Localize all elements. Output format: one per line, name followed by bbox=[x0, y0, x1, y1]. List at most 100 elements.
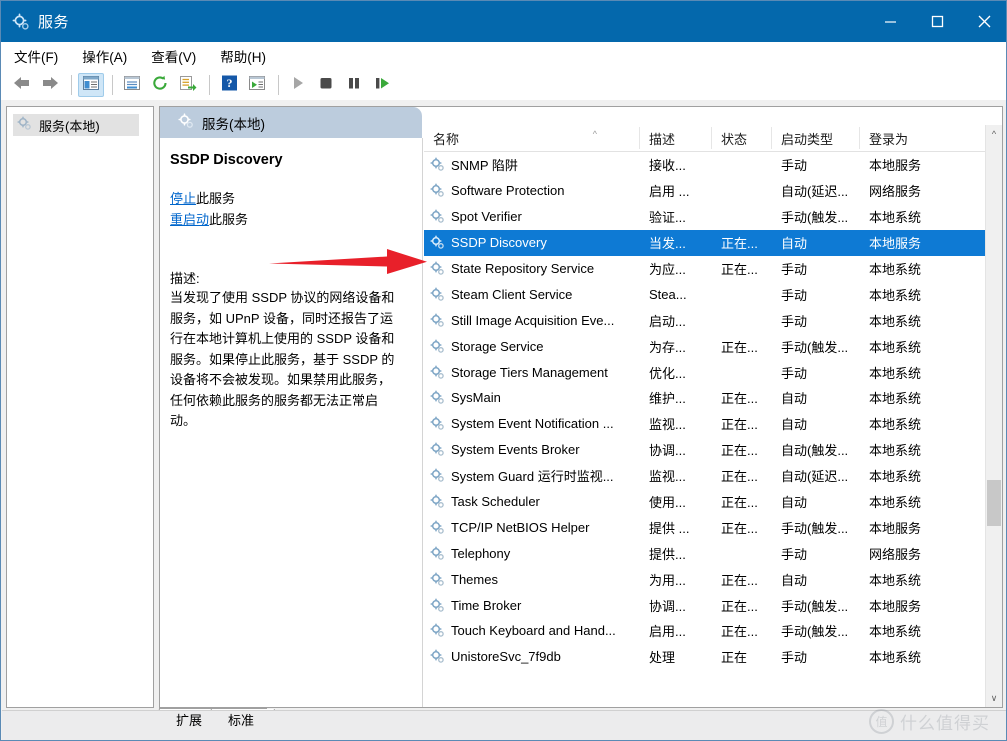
table-row[interactable]: System Events Broker 协调... 正在... 自动(触发... 本地… bbox=[424, 437, 1002, 463]
cell-description: 启用... bbox=[649, 624, 686, 640]
table-row[interactable]: SNMP 陷阱 接收... 手动 本地服务 bbox=[424, 152, 1002, 178]
menu-view[interactable]: 查看(V) bbox=[151, 46, 196, 66]
services-list-rows: SNMP 陷阱 接收... 手动 本地服务 Software Protection 启用 … bbox=[424, 152, 1002, 670]
service-name-label: SNMP 陷阱 bbox=[451, 158, 518, 174]
forward-button[interactable] bbox=[37, 73, 63, 97]
cell-log-on-as: 本地系统 bbox=[869, 443, 922, 459]
table-row[interactable]: TCP/IP NetBIOS Helper 提供 ... 正在... 手动(触发...… bbox=[424, 514, 1002, 540]
service-name-label: Time Broker bbox=[451, 597, 522, 613]
table-row[interactable]: Software Protection 启用 ... 自动(延迟... 网络服务 bbox=[424, 178, 1002, 204]
vertical-scrollbar[interactable]: ^ ∨ bbox=[985, 125, 1002, 707]
table-row[interactable]: UnistoreSvc_7f9db 处理 正在 手动 本地系统 bbox=[424, 644, 1002, 670]
cell-log-on-as: 本地系统 bbox=[869, 572, 922, 588]
cell-log-on-as: 本地服务 bbox=[869, 520, 922, 536]
cell-status: 正在... bbox=[721, 598, 758, 614]
scroll-down-arrow-icon[interactable]: ∨ bbox=[986, 690, 1002, 707]
services-gear-icon bbox=[430, 365, 445, 380]
table-row[interactable]: Time Broker 协调... 正在... 手动(触发... 本地服务 bbox=[424, 592, 1002, 618]
play-icon bbox=[290, 75, 306, 94]
scrollbar-thumb[interactable] bbox=[987, 480, 1001, 526]
table-row[interactable]: Steam Client Service Stea... 手动 本地系统 bbox=[424, 281, 1002, 307]
table-row[interactable]: System Event Notification ... 监视... 正在... 自… bbox=[424, 411, 1002, 437]
table-row[interactable]: Touch Keyboard and Hand... 启用... 正在... 手动(触… bbox=[424, 618, 1002, 644]
table-row[interactable]: Themes 为用... 正在... 自动 本地系统 bbox=[424, 566, 1002, 592]
help-icon: ? bbox=[221, 75, 238, 94]
pause-icon bbox=[346, 75, 362, 94]
show-action-pane-button[interactable] bbox=[244, 73, 270, 97]
cell-startup-type: 手动 bbox=[781, 650, 808, 666]
cell-startup-type: 自动(延迟... bbox=[781, 469, 849, 485]
table-row[interactable]: Task Scheduler 使用... 正在... 自动 本地系统 bbox=[424, 489, 1002, 515]
restart-service-button[interactable] bbox=[369, 73, 395, 97]
help-button[interactable]: ? bbox=[216, 73, 242, 97]
table-row[interactable]: SysMain 维护... 正在... 自动 本地系统 bbox=[424, 385, 1002, 411]
stop-icon bbox=[318, 75, 334, 94]
menu-file[interactable]: 文件(F) bbox=[14, 46, 58, 66]
watermark: 值 什么值得买 bbox=[869, 709, 990, 734]
cell-service-name: Storage Tiers Management bbox=[424, 365, 640, 380]
properties-button[interactable] bbox=[119, 73, 145, 97]
table-row[interactable]: Storage Service 为存... 正在... 手动(触发... 本地系统 bbox=[424, 333, 1002, 359]
service-name-label: Steam Client Service bbox=[451, 286, 573, 302]
maximize-button[interactable] bbox=[914, 1, 961, 42]
back-button[interactable] bbox=[9, 73, 35, 97]
restart-service-link[interactable]: 重启动此服务 bbox=[170, 209, 412, 230]
svg-text:?: ? bbox=[226, 76, 232, 90]
close-button[interactable] bbox=[961, 1, 1006, 42]
scroll-up-arrow-icon[interactable]: ^ bbox=[986, 125, 1002, 142]
cell-log-on-as: 网络服务 bbox=[869, 184, 922, 200]
start-service-button[interactable] bbox=[285, 73, 311, 97]
column-header-name[interactable]: 名称 ^ bbox=[424, 127, 640, 149]
export-list-button[interactable] bbox=[175, 73, 201, 97]
show-hide-console-tree-button[interactable] bbox=[78, 72, 104, 97]
cell-status: 正在 bbox=[721, 650, 748, 666]
table-row[interactable]: Storage Tiers Management 优化... 手动 本地系统 bbox=[424, 359, 1002, 385]
service-name-label: State Repository Service bbox=[451, 261, 595, 276]
services-gear-icon bbox=[430, 339, 445, 354]
stop-service-button[interactable] bbox=[313, 73, 339, 97]
menu-help[interactable]: 帮助(H) bbox=[220, 46, 266, 66]
column-header-startup-type[interactable]: 启动类型 bbox=[772, 127, 860, 149]
cell-service-name: Spot Verifier bbox=[424, 209, 640, 224]
pane-splitter[interactable] bbox=[422, 138, 423, 707]
pause-service-button[interactable] bbox=[341, 73, 367, 97]
stop-service-link[interactable]: 停止此服务 bbox=[170, 188, 412, 209]
cell-service-name: UnistoreSvc_7f9db bbox=[424, 649, 640, 664]
table-row[interactable]: Still Image Acquisition Eve... 启动... 手动 本地系… bbox=[424, 307, 1002, 333]
service-name-label: Storage Service bbox=[451, 338, 544, 354]
refresh-button[interactable] bbox=[147, 73, 173, 97]
cell-status: 正在... bbox=[721, 236, 758, 252]
cell-log-on-as: 本地系统 bbox=[869, 365, 922, 381]
detail-description-label: 描述: bbox=[170, 271, 200, 286]
menu-action[interactable]: 操作(A) bbox=[82, 46, 127, 66]
toolbar-separator bbox=[278, 74, 279, 95]
cell-description: 启动... bbox=[649, 313, 686, 329]
column-header-status[interactable]: 状态 bbox=[712, 127, 772, 149]
service-name-label: Software Protection bbox=[451, 183, 565, 199]
table-row[interactable]: State Repository Service 为应... 正在... 手动 本地系统 bbox=[424, 256, 1002, 282]
table-row[interactable]: SSDP Discovery 当发... 正在... 自动 本地服务 bbox=[424, 229, 1002, 256]
table-row[interactable]: System Guard 运行时监视... 监视... 正在... 自动(延迟... 本… bbox=[424, 463, 1002, 489]
cell-service-name: State Repository Service bbox=[424, 261, 640, 276]
service-name-label: System Guard 运行时监视... bbox=[451, 469, 614, 485]
sidebar-item-services-local[interactable]: 服务(本地) bbox=[13, 114, 139, 136]
service-name-label: TCP/IP NetBIOS Helper bbox=[451, 519, 590, 535]
services-gear-icon bbox=[430, 546, 445, 561]
services-gear-icon bbox=[430, 520, 445, 535]
cell-status: 正在... bbox=[721, 572, 758, 588]
services-gear-icon bbox=[430, 572, 445, 587]
table-row[interactable]: Spot Verifier 验证... 手动(触发... 本地系统 bbox=[424, 204, 1002, 230]
cell-log-on-as: 本地服务 bbox=[869, 236, 922, 252]
services-gear-icon bbox=[430, 598, 445, 613]
cell-startup-type: 自动(触发... bbox=[781, 443, 849, 459]
column-header-log-on-as[interactable]: 登录为 bbox=[860, 127, 972, 149]
stop-service-link-suffix: 此服务 bbox=[196, 191, 236, 206]
sidebar-item-label: 服务(本地) bbox=[39, 118, 100, 134]
services-gear-icon bbox=[430, 209, 445, 224]
status-bar bbox=[2, 710, 1006, 740]
table-row[interactable]: Telephony 提供... 手动 网络服务 bbox=[424, 540, 1002, 566]
pane-header-label: 服务(本地) bbox=[202, 116, 265, 132]
minimize-button[interactable] bbox=[867, 1, 914, 42]
column-header-description[interactable]: 描述 bbox=[640, 127, 712, 149]
cell-service-name: System Events Broker bbox=[424, 442, 640, 457]
